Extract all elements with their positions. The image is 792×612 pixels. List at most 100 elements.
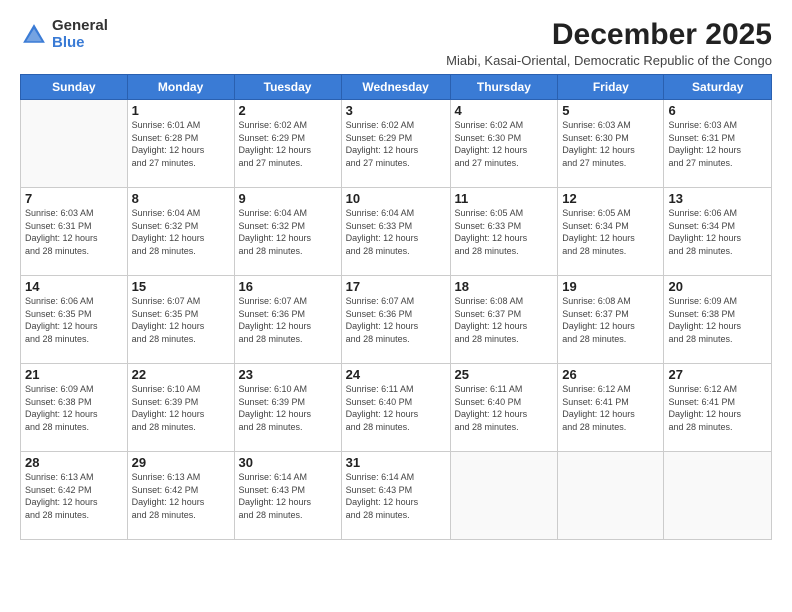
day-info: Sunrise: 6:11 AM Sunset: 6:40 PM Dayligh… <box>346 383 446 433</box>
header-cell-tuesday: Tuesday <box>234 75 341 100</box>
day-number: 23 <box>239 367 337 382</box>
day-cell: 21Sunrise: 6:09 AM Sunset: 6:38 PM Dayli… <box>21 364 128 452</box>
day-info: Sunrise: 6:10 AM Sunset: 6:39 PM Dayligh… <box>239 383 337 433</box>
day-number: 20 <box>668 279 767 294</box>
day-info: Sunrise: 6:03 AM Sunset: 6:30 PM Dayligh… <box>562 119 659 169</box>
week-row-1: 7Sunrise: 6:03 AM Sunset: 6:31 PM Daylig… <box>21 188 772 276</box>
day-number: 24 <box>346 367 446 382</box>
logo: General Blue <box>20 18 108 51</box>
day-number: 19 <box>562 279 659 294</box>
day-number: 8 <box>132 191 230 206</box>
day-number: 1 <box>132 103 230 118</box>
day-number: 2 <box>239 103 337 118</box>
day-cell: 13Sunrise: 6:06 AM Sunset: 6:34 PM Dayli… <box>664 188 772 276</box>
day-cell: 20Sunrise: 6:09 AM Sunset: 6:38 PM Dayli… <box>664 276 772 364</box>
week-row-0: 1Sunrise: 6:01 AM Sunset: 6:28 PM Daylig… <box>21 100 772 188</box>
logo-blue-text: Blue <box>52 35 108 52</box>
day-cell <box>664 452 772 540</box>
day-number: 16 <box>239 279 337 294</box>
day-cell: 12Sunrise: 6:05 AM Sunset: 6:34 PM Dayli… <box>558 188 664 276</box>
day-cell: 27Sunrise: 6:12 AM Sunset: 6:41 PM Dayli… <box>664 364 772 452</box>
day-cell: 5Sunrise: 6:03 AM Sunset: 6:30 PM Daylig… <box>558 100 664 188</box>
day-info: Sunrise: 6:12 AM Sunset: 6:41 PM Dayligh… <box>562 383 659 433</box>
day-number: 3 <box>346 103 446 118</box>
day-info: Sunrise: 6:07 AM Sunset: 6:36 PM Dayligh… <box>346 295 446 345</box>
logo-text: General Blue <box>52 18 108 51</box>
day-cell: 31Sunrise: 6:14 AM Sunset: 6:43 PM Dayli… <box>341 452 450 540</box>
day-info: Sunrise: 6:08 AM Sunset: 6:37 PM Dayligh… <box>562 295 659 345</box>
day-cell: 8Sunrise: 6:04 AM Sunset: 6:32 PM Daylig… <box>127 188 234 276</box>
day-info: Sunrise: 6:04 AM Sunset: 6:33 PM Dayligh… <box>346 207 446 257</box>
day-info: Sunrise: 6:03 AM Sunset: 6:31 PM Dayligh… <box>25 207 123 257</box>
day-cell: 16Sunrise: 6:07 AM Sunset: 6:36 PM Dayli… <box>234 276 341 364</box>
day-cell: 2Sunrise: 6:02 AM Sunset: 6:29 PM Daylig… <box>234 100 341 188</box>
day-number: 11 <box>455 191 554 206</box>
day-cell: 18Sunrise: 6:08 AM Sunset: 6:37 PM Dayli… <box>450 276 558 364</box>
day-info: Sunrise: 6:07 AM Sunset: 6:36 PM Dayligh… <box>239 295 337 345</box>
day-cell: 14Sunrise: 6:06 AM Sunset: 6:35 PM Dayli… <box>21 276 128 364</box>
day-number: 22 <box>132 367 230 382</box>
day-number: 25 <box>455 367 554 382</box>
day-cell <box>558 452 664 540</box>
day-number: 31 <box>346 455 446 470</box>
day-info: Sunrise: 6:02 AM Sunset: 6:29 PM Dayligh… <box>239 119 337 169</box>
day-info: Sunrise: 6:13 AM Sunset: 6:42 PM Dayligh… <box>132 471 230 521</box>
day-number: 30 <box>239 455 337 470</box>
day-cell: 6Sunrise: 6:03 AM Sunset: 6:31 PM Daylig… <box>664 100 772 188</box>
day-info: Sunrise: 6:01 AM Sunset: 6:28 PM Dayligh… <box>132 119 230 169</box>
week-row-4: 28Sunrise: 6:13 AM Sunset: 6:42 PM Dayli… <box>21 452 772 540</box>
day-number: 18 <box>455 279 554 294</box>
day-cell <box>450 452 558 540</box>
day-cell: 11Sunrise: 6:05 AM Sunset: 6:33 PM Dayli… <box>450 188 558 276</box>
day-cell: 3Sunrise: 6:02 AM Sunset: 6:29 PM Daylig… <box>341 100 450 188</box>
day-info: Sunrise: 6:10 AM Sunset: 6:39 PM Dayligh… <box>132 383 230 433</box>
day-cell: 23Sunrise: 6:10 AM Sunset: 6:39 PM Dayli… <box>234 364 341 452</box>
day-info: Sunrise: 6:04 AM Sunset: 6:32 PM Dayligh… <box>132 207 230 257</box>
calendar-title: December 2025 <box>446 18 772 51</box>
day-cell: 17Sunrise: 6:07 AM Sunset: 6:36 PM Dayli… <box>341 276 450 364</box>
day-number: 26 <box>562 367 659 382</box>
header-cell-saturday: Saturday <box>664 75 772 100</box>
day-info: Sunrise: 6:14 AM Sunset: 6:43 PM Dayligh… <box>239 471 337 521</box>
day-cell: 7Sunrise: 6:03 AM Sunset: 6:31 PM Daylig… <box>21 188 128 276</box>
week-row-2: 14Sunrise: 6:06 AM Sunset: 6:35 PM Dayli… <box>21 276 772 364</box>
header-cell-monday: Monday <box>127 75 234 100</box>
day-cell: 25Sunrise: 6:11 AM Sunset: 6:40 PM Dayli… <box>450 364 558 452</box>
day-cell: 26Sunrise: 6:12 AM Sunset: 6:41 PM Dayli… <box>558 364 664 452</box>
header-cell-wednesday: Wednesday <box>341 75 450 100</box>
day-number: 12 <box>562 191 659 206</box>
day-number: 4 <box>455 103 554 118</box>
day-number: 6 <box>668 103 767 118</box>
day-info: Sunrise: 6:08 AM Sunset: 6:37 PM Dayligh… <box>455 295 554 345</box>
day-info: Sunrise: 6:07 AM Sunset: 6:35 PM Dayligh… <box>132 295 230 345</box>
day-info: Sunrise: 6:06 AM Sunset: 6:35 PM Dayligh… <box>25 295 123 345</box>
title-area: December 2025 Miabi, Kasai-Oriental, Dem… <box>446 18 772 68</box>
day-info: Sunrise: 6:14 AM Sunset: 6:43 PM Dayligh… <box>346 471 446 521</box>
day-cell: 4Sunrise: 6:02 AM Sunset: 6:30 PM Daylig… <box>450 100 558 188</box>
day-cell: 9Sunrise: 6:04 AM Sunset: 6:32 PM Daylig… <box>234 188 341 276</box>
day-info: Sunrise: 6:02 AM Sunset: 6:29 PM Dayligh… <box>346 119 446 169</box>
calendar-body: 1Sunrise: 6:01 AM Sunset: 6:28 PM Daylig… <box>21 100 772 540</box>
day-cell: 28Sunrise: 6:13 AM Sunset: 6:42 PM Dayli… <box>21 452 128 540</box>
logo-general-text: General <box>52 18 108 35</box>
day-info: Sunrise: 6:02 AM Sunset: 6:30 PM Dayligh… <box>455 119 554 169</box>
day-info: Sunrise: 6:06 AM Sunset: 6:34 PM Dayligh… <box>668 207 767 257</box>
day-cell: 22Sunrise: 6:10 AM Sunset: 6:39 PM Dayli… <box>127 364 234 452</box>
day-info: Sunrise: 6:09 AM Sunset: 6:38 PM Dayligh… <box>668 295 767 345</box>
day-number: 15 <box>132 279 230 294</box>
day-info: Sunrise: 6:13 AM Sunset: 6:42 PM Dayligh… <box>25 471 123 521</box>
day-info: Sunrise: 6:04 AM Sunset: 6:32 PM Dayligh… <box>239 207 337 257</box>
header-cell-thursday: Thursday <box>450 75 558 100</box>
day-cell: 1Sunrise: 6:01 AM Sunset: 6:28 PM Daylig… <box>127 100 234 188</box>
page: General Blue December 2025 Miabi, Kasai-… <box>0 0 792 612</box>
calendar-header: SundayMondayTuesdayWednesdayThursdayFrid… <box>21 75 772 100</box>
day-number: 10 <box>346 191 446 206</box>
day-info: Sunrise: 6:05 AM Sunset: 6:34 PM Dayligh… <box>562 207 659 257</box>
day-info: Sunrise: 6:12 AM Sunset: 6:41 PM Dayligh… <box>668 383 767 433</box>
logo-icon <box>20 21 48 49</box>
week-row-3: 21Sunrise: 6:09 AM Sunset: 6:38 PM Dayli… <box>21 364 772 452</box>
day-number: 21 <box>25 367 123 382</box>
day-info: Sunrise: 6:11 AM Sunset: 6:40 PM Dayligh… <box>455 383 554 433</box>
day-info: Sunrise: 6:09 AM Sunset: 6:38 PM Dayligh… <box>25 383 123 433</box>
day-cell: 15Sunrise: 6:07 AM Sunset: 6:35 PM Dayli… <box>127 276 234 364</box>
